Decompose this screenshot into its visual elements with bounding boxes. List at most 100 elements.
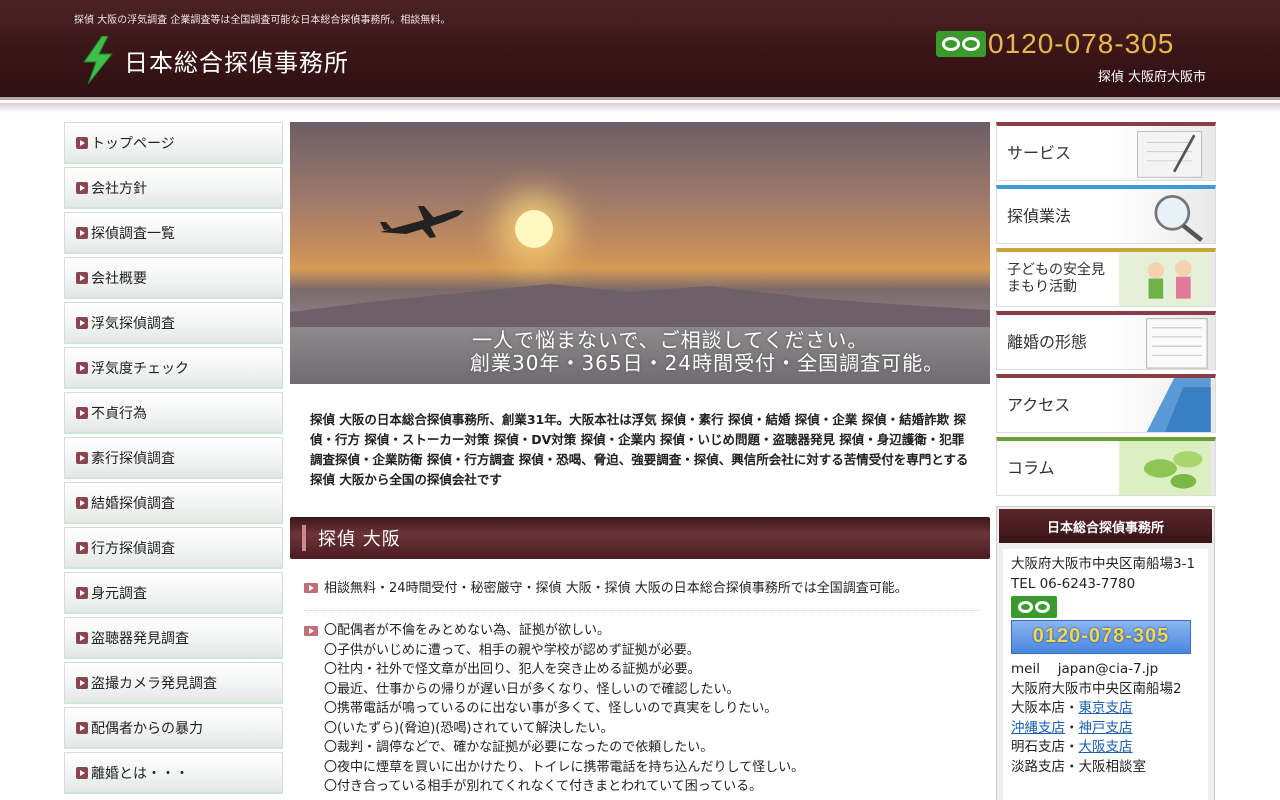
site-header: 探偵 大阪の浮気調査 企業調査等は全国調査可能な日本総合探偵事務所。相談無料。 … xyxy=(0,0,1280,100)
lead-text: 相談無料・24時間受付・秘密厳守・探偵 大阪・探偵 大阪の日本総合探偵事務所では… xyxy=(324,581,908,596)
header-tagline: 探偵 大阪の浮気調査 企業調査等は全国調査可能な日本総合探偵事務所。相談無料。 xyxy=(74,15,451,26)
nav-item-camera-detection[interactable]: 盗撮カメラ発見調査 xyxy=(64,662,283,704)
nav-item-investigation-list[interactable]: 探偵調査一覧 xyxy=(64,212,283,254)
nav-item-label: トップページ xyxy=(91,135,175,152)
arrow-bullet-icon xyxy=(76,721,88,734)
address-secondary: 大阪府大阪市中央区南船場2 xyxy=(1011,680,1182,697)
company-info-box: 日本総合探偵事務所 大阪府大阪市中央区南船場3-1 TEL 06-6243-77… xyxy=(996,506,1215,800)
banner-label: 子どもの安全見まもり活動 xyxy=(1007,262,1105,295)
right-banners: サービス 探偵業法 子どもの安全見まもり活動 離婚の形態 アクセス コラム xyxy=(996,122,1216,500)
banner-label: サービス xyxy=(1007,143,1072,163)
case-list-row: 〇配偶者が不倫をみとめない為、証拠が欲しい。 〇子供がいじめに遭って、相手の親や… xyxy=(304,621,980,797)
nav-item-label: 不貞行為 xyxy=(91,405,147,422)
list-item: 〇付き合っている相手が別れてくれなくて付きまとわれていて困っている。 xyxy=(324,779,763,794)
arrow-bullet-icon xyxy=(76,181,88,194)
nav-item-policy[interactable]: 会社方針 xyxy=(64,167,283,209)
mountain-silhouette xyxy=(290,284,990,332)
info-title: 日本総合探偵事務所 xyxy=(999,509,1212,543)
nav-item-label: 身元調査 xyxy=(91,585,147,602)
branch-line-1: 大阪本店・東京支店 xyxy=(1011,699,1200,719)
arrow-bullet-icon xyxy=(76,676,88,689)
mail: meil japan@cia-7.jp xyxy=(1011,661,1159,677)
arrow-bullet-icon xyxy=(76,226,88,239)
list-item: 〇裁判・調停などで、確かな証拠が必要になったので依頼したい。 xyxy=(324,740,714,755)
nav-item-label: 探偵調査一覧 xyxy=(91,225,175,242)
branch-line-4: 淡路支店・大阪相談室 xyxy=(1011,758,1146,775)
banner-label: コラム xyxy=(1007,458,1055,478)
building-icon xyxy=(1146,378,1211,432)
link-osaka-branch[interactable]: 大阪支店 xyxy=(1079,739,1133,755)
list-item: 〇社内・社外で怪文章が出回り、犯人を突き止める証拠が必要。 xyxy=(324,662,701,677)
nav-item-label: 配偶者からの暴力 xyxy=(91,720,203,737)
nav-item-missing-person[interactable]: 行方探偵調査 xyxy=(64,527,283,569)
banner-divorce-types[interactable]: 離婚の形態 xyxy=(996,311,1216,370)
document-form-icon xyxy=(1146,318,1208,369)
list-item: 〇携帯電話が鳴っているのに出ない事が多くて、怪しいので真実をしりたい。 xyxy=(324,701,778,716)
nav-item-label: 素行探偵調査 xyxy=(91,450,175,467)
header-phone[interactable]: 0120-078-305 xyxy=(936,28,1174,60)
nav-item-marriage[interactable]: 結婚探偵調査 xyxy=(64,482,283,524)
logo-text: 日本総合探偵事務所 xyxy=(124,48,349,77)
sun-image xyxy=(515,210,553,248)
nav-item-conduct[interactable]: 素行探偵調査 xyxy=(64,437,283,479)
branch-line-3: 明石支店・大阪支店 xyxy=(1011,738,1200,758)
freedial-icon xyxy=(1011,596,1057,618)
hero-banner: 一人で悩まないで、ご相談してください。 創業30年・365日・24時間受付・全国… xyxy=(290,122,990,384)
link-tokyo-branch[interactable]: 東京支店 xyxy=(1079,700,1133,716)
link-kobe-branch[interactable]: 神戸支店 xyxy=(1079,720,1133,736)
list-item: 〇最近、仕事からの帰りが遅い日が多くなり、怪しいので確認したい。 xyxy=(324,681,740,697)
case-list: 〇配偶者が不倫をみとめない為、証拠が欲しい。 〇子供がいじめに遭って、相手の親や… xyxy=(324,621,804,797)
nav-item-label: 行方探偵調査 xyxy=(91,540,175,557)
nav-item-label: 浮気探偵調査 xyxy=(91,315,175,332)
nav-item-label: 会社方針 xyxy=(91,180,147,197)
link-okinawa-branch[interactable]: 沖縄支店 xyxy=(1011,720,1065,736)
nav-item-domestic-violence[interactable]: 配偶者からの暴力 xyxy=(64,707,283,749)
banner-label: 探偵業法 xyxy=(1007,206,1072,226)
banner-label: 離婚の形態 xyxy=(1007,332,1088,352)
nav-item-company-profile[interactable]: 会社概要 xyxy=(64,257,283,299)
freedial-icon xyxy=(936,31,986,57)
info-body: 大阪府大阪市中央区南船場3-1 TEL 06-6243-7780 0120-07… xyxy=(1003,549,1208,800)
nav-item-adultery[interactable]: 不貞行為 xyxy=(64,392,283,434)
section-title: 探偵 大阪 xyxy=(290,517,990,559)
lightning-icon xyxy=(83,36,114,84)
arrow-bullet-icon xyxy=(76,586,88,599)
children-illustration-icon xyxy=(1119,252,1211,306)
nav-item-divorce[interactable]: 離婚とは・・・ xyxy=(64,752,283,794)
banner-detective-law[interactable]: 探偵業法 xyxy=(996,185,1216,244)
header-region: 探偵 大阪府大阪市 xyxy=(1097,70,1206,85)
arrow-bullet-icon xyxy=(76,496,88,509)
branch-line-2: 沖縄支店・神戸支店 xyxy=(1011,719,1200,739)
arrow-bullet-icon xyxy=(76,766,88,779)
nav-item-label: 盗聴器発見調査 xyxy=(91,630,189,647)
branch-akashi: 明石支店・ xyxy=(1011,739,1079,755)
nav-item-bug-detection[interactable]: 盗聴器発見調査 xyxy=(64,617,283,659)
lead-row: 相談無料・24時間受付・秘密厳守・探偵 大阪・探偵 大阪の日本総合探偵事務所では… xyxy=(304,578,980,611)
arrow-bullet-icon xyxy=(304,583,318,593)
nav-item-infidelity[interactable]: 浮気探偵調査 xyxy=(64,302,283,344)
list-item: 〇夜中に煙草を買いに出かけたり、トイレに携帯電話を持ち込んだりして怪しい。 xyxy=(324,759,805,775)
arrow-bullet-icon xyxy=(76,136,88,149)
nav-item-infidelity-check[interactable]: 浮気度チェック xyxy=(64,347,283,389)
nav-item-label: 離婚とは・・・ xyxy=(91,765,189,782)
nav-item-top[interactable]: トップページ xyxy=(64,122,283,164)
list-item: 〇子供がいじめに遭って、相手の親や学校が認めず証拠が必要。 xyxy=(324,642,700,658)
nav-item-label: 結婚探偵調査 xyxy=(91,495,175,512)
arrow-bullet-icon xyxy=(76,451,88,464)
nav-item-background-check[interactable]: 身元調査 xyxy=(64,572,283,614)
arrow-bullet-icon xyxy=(76,361,88,374)
magnifier-icon xyxy=(1154,194,1204,243)
sidebar-nav: トップページ 会社方針 探偵調査一覧 会社概要 浮気探偵調査 浮気度チェック 不… xyxy=(64,122,283,797)
nav-item-label: 盗撮カメラ発見調査 xyxy=(91,675,217,692)
banner-label: アクセス xyxy=(1007,395,1071,415)
banner-child-safety[interactable]: 子どもの安全見まもり活動 xyxy=(996,248,1216,307)
freedial-phone-button[interactable]: 0120-078-305 xyxy=(1011,620,1191,654)
arrow-bullet-icon xyxy=(76,406,88,419)
airplane-icon xyxy=(380,206,464,238)
section-title-text: 探偵 大阪 xyxy=(318,529,401,550)
banner-column[interactable]: コラム xyxy=(996,437,1216,496)
nav-item-label: 浮気度チェック xyxy=(91,360,189,377)
banner-service[interactable]: サービス xyxy=(996,122,1216,181)
site-logo[interactable]: 日本総合探偵事務所 xyxy=(80,36,349,84)
banner-access[interactable]: アクセス xyxy=(996,374,1216,433)
